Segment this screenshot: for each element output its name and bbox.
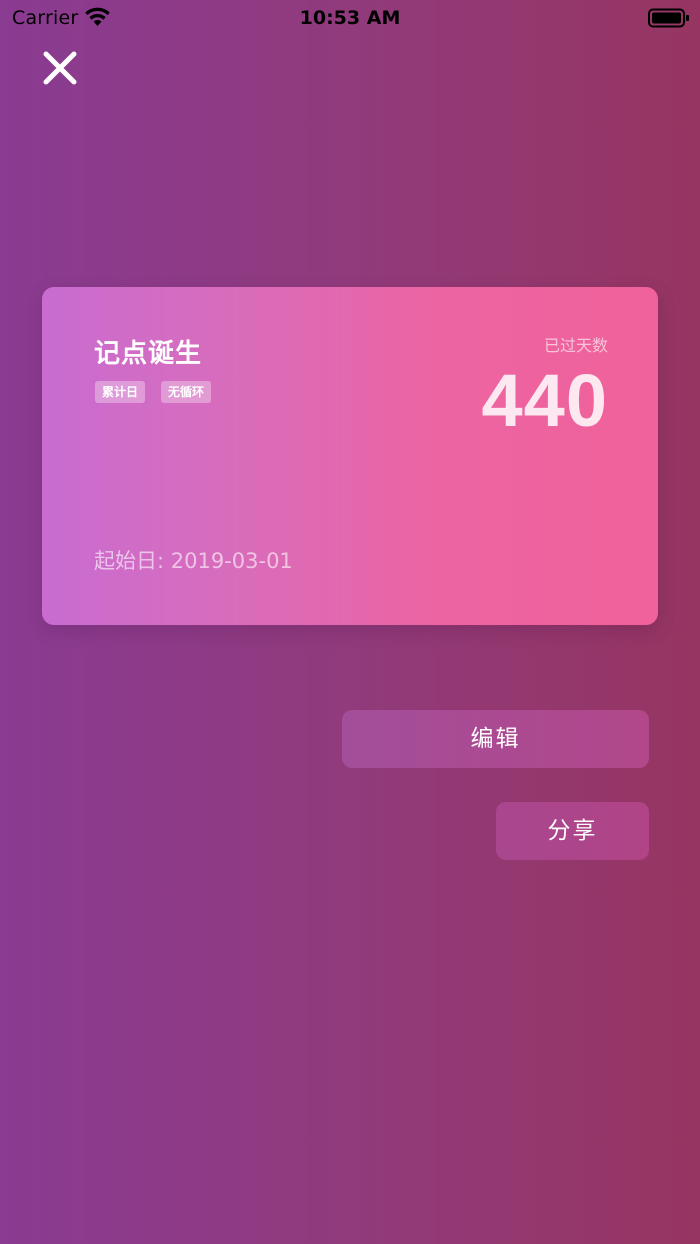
close-icon: [40, 48, 80, 88]
screen: Carrier 10:53 AM 记点诞生 累计日 无循环 已过天数 440 起…: [0, 0, 700, 1244]
countdown-card[interactable]: 记点诞生 累计日 无循环 已过天数 440 起始日: 2019-03-01: [42, 287, 658, 625]
close-button[interactable]: [40, 48, 80, 88]
share-button[interactable]: 分享: [496, 802, 649, 860]
days-passed-label: 已过天数: [543, 336, 608, 355]
status-time: 10:53 AM: [299, 7, 401, 29]
start-date: 起始日: 2019-03-01: [94, 549, 293, 573]
card-title: 记点诞生: [94, 339, 203, 369]
battery-icon: [648, 8, 690, 28]
tag-cumulative-day: 累计日: [95, 381, 146, 403]
status-bar: Carrier 10:53 AM: [0, 0, 700, 36]
edit-button[interactable]: 编辑: [342, 710, 649, 768]
days-passed-count: 440: [481, 359, 608, 442]
tag-no-repeat: 无循环: [161, 381, 212, 403]
